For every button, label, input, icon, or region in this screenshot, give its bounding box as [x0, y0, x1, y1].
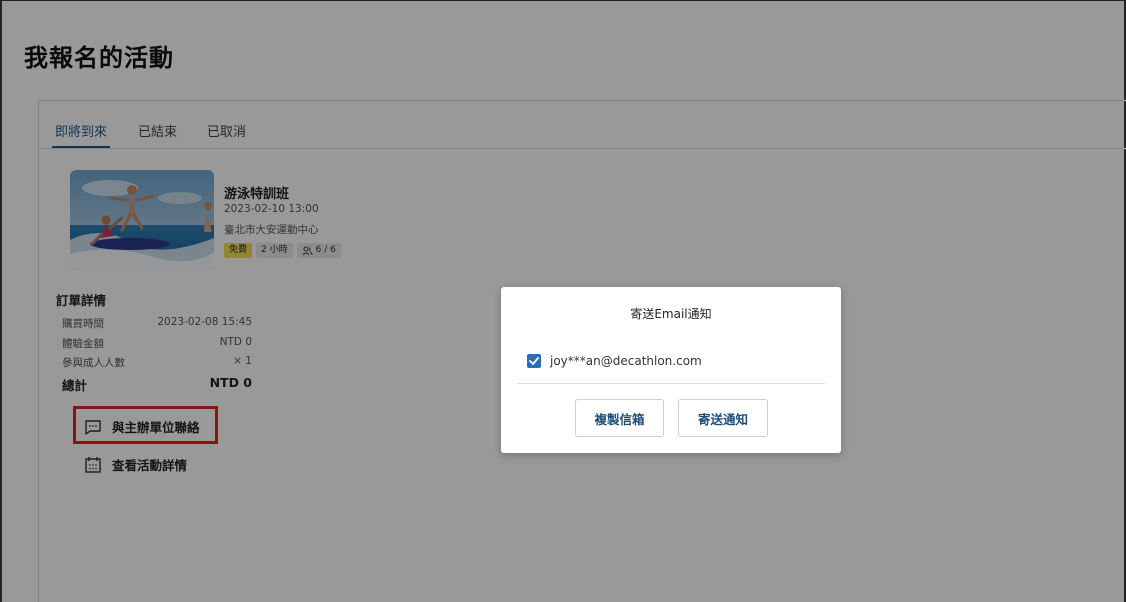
- copy-email-button[interactable]: 複製信箱: [575, 399, 664, 437]
- email-option[interactable]: joy***an@decathlon.com: [527, 354, 702, 368]
- email-checkbox[interactable]: [527, 354, 541, 368]
- dialog-title: 寄送Email通知: [630, 307, 712, 321]
- send-notification-button[interactable]: 寄送通知: [678, 399, 768, 437]
- email-notification-dialog: 寄送Email通知 joy***an@decathlon.com 複製信箱 寄送…: [501, 287, 841, 453]
- check-icon: [529, 357, 539, 365]
- dialog-divider: [517, 383, 825, 384]
- email-address: joy***an@decathlon.com: [550, 354, 702, 368]
